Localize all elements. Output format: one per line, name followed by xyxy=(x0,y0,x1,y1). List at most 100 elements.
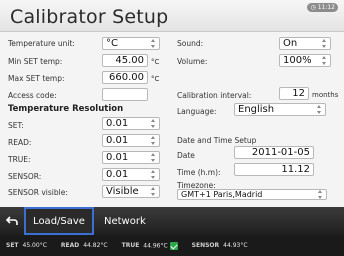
language-value: English xyxy=(238,104,275,115)
time-label: Time (h.m): xyxy=(177,168,221,177)
min-set-temp-input[interactable]: 45.00 xyxy=(102,54,148,67)
sensor-resolution-label: SENSOR: xyxy=(8,172,42,181)
max-set-temp-row: Max SET temp: xyxy=(8,74,65,83)
max-set-temp-unit: °C xyxy=(151,75,160,83)
time-value: 11.12 xyxy=(281,164,310,175)
access-code-row: Access code: xyxy=(8,91,57,100)
clock-time: 11:12 xyxy=(317,4,335,11)
sensor-resolution-value: 0.01 xyxy=(106,169,129,180)
header-bar: Calibrator Setup ◷ 11:12 xyxy=(0,0,344,32)
sensor-visible-select[interactable]: Visible xyxy=(102,185,160,198)
spinner-icon xyxy=(149,187,157,196)
status-sensor: SENSOR 44.93°C xyxy=(192,242,248,249)
sound-row: Sound: xyxy=(177,39,203,48)
max-set-temp-label: Max SET temp: xyxy=(8,74,65,83)
date-value: 2011-01-05 xyxy=(251,147,310,158)
datetime-heading-row: Date and Time Setup xyxy=(177,136,256,145)
network-button[interactable]: Network xyxy=(94,207,156,235)
resolution-heading-row: Temperature Resolution xyxy=(8,104,123,114)
timezone-select[interactable]: GMT+1 Paris,Madrid xyxy=(177,189,327,200)
status-read: READ 44.82°C xyxy=(61,242,108,249)
sensor-resolution-select[interactable]: 0.01 xyxy=(102,168,160,181)
set-resolution-select[interactable]: 0.01 xyxy=(102,117,160,130)
calibration-interval-row: Calibration interval: xyxy=(177,91,251,100)
volume-row: Volume: xyxy=(177,57,207,66)
spinner-icon xyxy=(149,136,157,145)
status-set: SET 45.00°C xyxy=(6,242,47,249)
status-read-value: 44.82°C xyxy=(83,242,108,249)
language-row: Language: xyxy=(177,107,217,116)
true-resolution-label: TRUE: xyxy=(8,155,31,164)
language-select[interactable]: English xyxy=(234,103,326,116)
settings-panel: Temperature unit: °C Min SET temp: 45.00… xyxy=(0,32,344,207)
time-row: Time (h.m): xyxy=(177,168,221,177)
check-icon xyxy=(169,241,178,250)
min-set-temp-row: Min SET temp: xyxy=(8,57,62,66)
clock-badge: ◷ 11:12 xyxy=(307,3,338,12)
spinner-icon xyxy=(149,153,157,162)
status-true-value: 44.96°C xyxy=(143,242,168,249)
date-label: Date xyxy=(177,151,195,160)
calibration-interval-input[interactable]: 12 xyxy=(279,87,309,100)
status-read-label: READ xyxy=(60,242,80,249)
true-resolution-select[interactable]: 0.01 xyxy=(102,151,160,164)
true-resolution-row: TRUE: xyxy=(8,155,31,164)
date-input[interactable]: 2011-01-05 xyxy=(234,146,314,159)
calibration-interval-label: Calibration interval: xyxy=(177,91,252,100)
read-resolution-select[interactable]: 0.01 xyxy=(102,134,160,147)
status-bar: SET 45.00°C READ 44.82°C TRUE 44.96°C SENSO… xyxy=(0,235,344,256)
back-arrow-icon xyxy=(6,216,18,225)
sensor-visible-value: Visible xyxy=(106,186,139,197)
date-row: Date xyxy=(177,151,195,160)
time-input[interactable]: 11.12 xyxy=(234,163,314,176)
sensor-resolution-row: SENSOR: xyxy=(8,172,41,181)
status-sensor-label: SENSOR xyxy=(191,242,220,249)
spinner-icon xyxy=(315,105,323,114)
volume-label: Volume: xyxy=(177,57,208,66)
sound-select[interactable]: On xyxy=(279,37,331,50)
min-set-temp-value: 45.00 xyxy=(115,55,144,66)
set-resolution-value: 0.01 xyxy=(106,118,129,129)
sensor-visible-label: SENSOR visible: xyxy=(8,188,68,197)
spinner-icon xyxy=(320,39,328,48)
min-set-temp-label: Min SET temp: xyxy=(8,57,63,66)
true-resolution-value: 0.01 xyxy=(106,152,129,163)
max-set-temp-input[interactable]: 660.00 xyxy=(102,71,148,84)
temperature-unit-label: Temperature unit: xyxy=(8,39,75,48)
volume-value: 100% xyxy=(283,55,312,66)
temperature-unit-select[interactable]: °C xyxy=(102,37,160,50)
temperature-unit-row: Temperature unit: xyxy=(8,39,75,48)
spinner-icon xyxy=(316,190,324,199)
max-set-temp-value: 660.00 xyxy=(109,72,144,83)
calibration-interval-value: 12 xyxy=(292,88,305,99)
spinner-icon xyxy=(149,39,157,48)
load-save-button[interactable]: Load/Save xyxy=(24,207,94,235)
sound-label: Sound: xyxy=(177,39,204,48)
min-set-temp-unit: °C xyxy=(151,58,160,66)
back-button[interactable] xyxy=(0,207,24,235)
temperature-unit-value: °C xyxy=(106,38,118,49)
access-code-input[interactable] xyxy=(102,88,148,101)
clock-icon: ◷ xyxy=(310,4,316,11)
read-resolution-row: READ: xyxy=(8,138,31,147)
set-resolution-row: SET: xyxy=(8,121,24,130)
status-set-label: SET xyxy=(6,242,19,249)
datetime-heading: Date and Time Setup xyxy=(177,136,257,145)
bottom-nav-bar: Load/Save Network xyxy=(0,207,344,235)
resolution-heading: Temperature Resolution xyxy=(8,104,124,114)
status-set-value: 45.00°C xyxy=(22,242,47,249)
status-true: TRUE 44.96°C xyxy=(122,241,178,250)
sensor-visible-row: SENSOR visible: xyxy=(8,188,68,197)
calibration-interval-unit: months xyxy=(312,91,339,99)
volume-select[interactable]: 100% xyxy=(279,54,331,67)
spinner-icon xyxy=(149,170,157,179)
sound-value: On xyxy=(283,38,298,49)
language-label: Language: xyxy=(177,107,217,116)
spinner-icon xyxy=(149,119,157,128)
read-resolution-label: READ: xyxy=(8,138,32,147)
read-resolution-value: 0.01 xyxy=(106,135,129,146)
status-sensor-value: 44.93°C xyxy=(223,242,248,249)
page-title: Calibrator Setup xyxy=(10,6,169,28)
spinner-icon xyxy=(320,56,328,65)
timezone-value: GMT+1 Paris,Madrid xyxy=(181,190,263,199)
